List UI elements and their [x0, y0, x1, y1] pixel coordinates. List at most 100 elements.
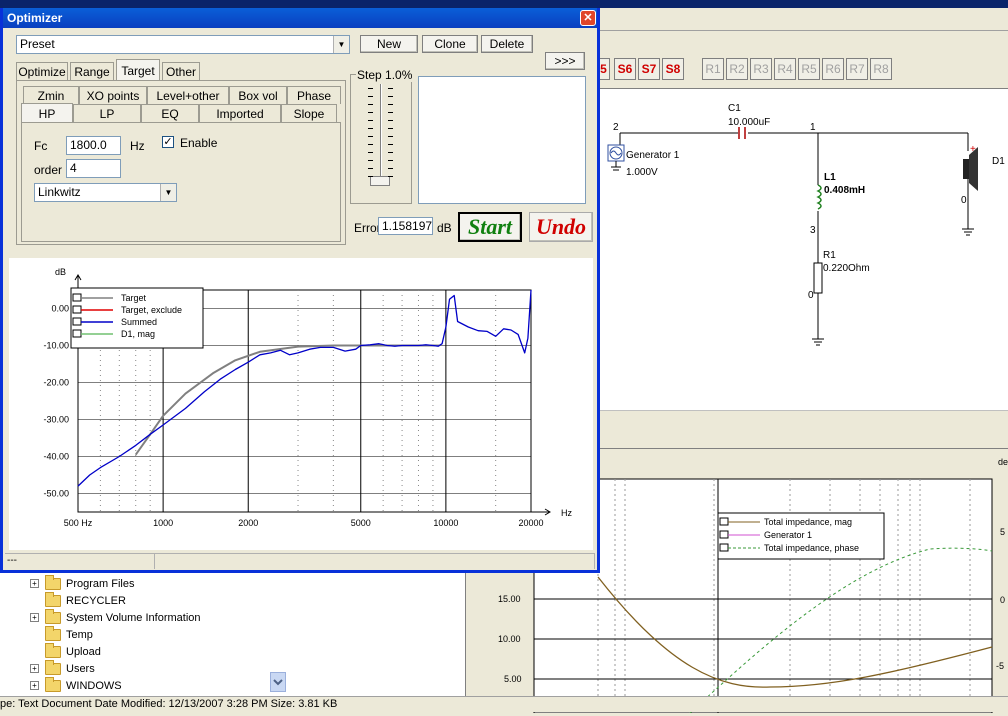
legend-checkbox [72, 293, 82, 302]
tree-item[interactable]: Upload [30, 642, 101, 660]
l1-label: L1 [824, 172, 836, 183]
node-3-label: 3 [810, 225, 816, 236]
start-button[interactable]: Start [458, 212, 522, 242]
capacitor-c1-symbol [738, 127, 746, 139]
x-tick-label: 500 Hz [64, 518, 93, 528]
r-button-r2[interactable]: R2 [726, 58, 748, 80]
expand-icon[interactable]: + [30, 681, 39, 690]
r-button-r8[interactable]: R8 [870, 58, 892, 80]
chevron-down-icon[interactable]: ▼ [333, 36, 349, 53]
tree-item-label: System Volume Information [66, 611, 201, 624]
tab-range[interactable]: Range [70, 62, 114, 80]
step-ticks-right [388, 88, 393, 184]
folder-icon [45, 676, 61, 692]
expand-icon[interactable]: + [30, 664, 39, 673]
message-box[interactable] [418, 76, 586, 204]
tree-item[interactable]: + System Volume Information [30, 608, 201, 626]
r-button-r1[interactable]: R1 [702, 58, 724, 80]
step-slider-thumb[interactable] [370, 176, 390, 186]
x-tick-label: 10000 [433, 518, 458, 528]
r-button-r5[interactable]: R5 [798, 58, 820, 80]
resistor-r1-symbol [813, 262, 823, 294]
tree-item[interactable]: + Program Files [30, 574, 134, 592]
folder-icon [45, 591, 61, 607]
tab-xo-points[interactable]: XO points [79, 86, 147, 104]
r-button-r6[interactable]: R6 [822, 58, 844, 80]
r-button-r4[interactable]: R4 [774, 58, 796, 80]
delete-button[interactable]: Delete [481, 35, 533, 53]
x-tick-label: 2000 [238, 518, 258, 528]
tree-scroll-down-button[interactable] [270, 672, 286, 692]
tab-hp[interactable]: HP [21, 103, 73, 124]
error-value: 1.158197 [378, 217, 433, 235]
more-button[interactable]: >>> [545, 52, 585, 70]
fc-label: Fc [34, 139, 48, 153]
optimizer-title-bar[interactable]: Optimizer ✕ [3, 8, 597, 28]
filter-type-combo[interactable]: Linkwitz ▼ [34, 183, 177, 202]
optimizer-status-bar: --- [5, 553, 595, 569]
tab-level-other[interactable]: Level+other [147, 86, 229, 104]
response-chart[interactable]: 500 Hz 1000 2000 5000 10000 20000 0.00 -10.00 -… [9, 258, 593, 550]
expand-icon[interactable]: + [30, 579, 39, 588]
y-tick-label: -20.00 [43, 378, 69, 388]
tree-item-label: WINDOWS [66, 679, 122, 692]
tab-optimize[interactable]: Optimize [16, 62, 68, 80]
order-input[interactable]: 4 [66, 159, 121, 178]
imp-ytick-5: 5.00 [504, 674, 522, 684]
step-slider-track[interactable] [380, 84, 382, 184]
tree-item[interactable]: RECYCLER [30, 591, 126, 609]
tab-target[interactable]: Target [116, 59, 160, 81]
tab-phase[interactable]: Phase [287, 86, 341, 104]
chevron-down-icon[interactable]: ▼ [160, 184, 176, 201]
tab-slope[interactable]: Slope [281, 104, 337, 122]
chart-ylabel: dB [55, 267, 66, 277]
preset-combo[interactable]: Preset ▼ [16, 35, 350, 54]
tab-box-vol[interactable]: Box vol [229, 86, 287, 104]
generator-label: Generator 1 [626, 150, 680, 161]
chart-xlabel: Hz [561, 508, 572, 518]
status-cell: --- [5, 554, 155, 569]
tree-item[interactable]: + Users [30, 659, 95, 677]
speaker-d1-symbol [962, 147, 978, 236]
r-button-r3[interactable]: R3 [750, 58, 772, 80]
tree-item-label: RECYCLER [66, 594, 126, 607]
tree-item-label: Users [66, 662, 95, 675]
order-label: order [34, 163, 63, 177]
legend-checkbox [72, 329, 82, 338]
new-button[interactable]: New [360, 35, 418, 53]
undo-button[interactable]: Undo [529, 212, 593, 242]
explorer-status-bar: pe: Text Document Date Modified: 12/13/2… [0, 696, 1008, 712]
legend-label: Target, exclude [121, 305, 182, 315]
imp-rtick-0: 0 [1000, 595, 1005, 605]
s-button-s8[interactable]: S8 [662, 58, 684, 80]
r-button-r7[interactable]: R7 [846, 58, 868, 80]
clone-button[interactable]: Clone [422, 35, 478, 53]
imp-legend-generator: Generator 1 [764, 530, 812, 540]
enable-checkbox[interactable]: ✓ [162, 136, 174, 148]
tab-other[interactable]: Other [162, 62, 200, 80]
tab-eq[interactable]: EQ [141, 104, 199, 122]
s-button-s7[interactable]: S7 [638, 58, 660, 80]
status-cell-empty [155, 554, 595, 569]
folder-icon [45, 574, 61, 590]
schematic-horizontal-scrollbar[interactable] [598, 410, 1008, 428]
y-tick-label: -30.00 [43, 415, 69, 425]
optimizer-title: Optimizer [7, 11, 63, 25]
tab-imported[interactable]: Imported [199, 104, 281, 122]
tree-item[interactable]: + WINDOWS [30, 676, 122, 694]
r1-value: 0.220Ohm [823, 263, 870, 274]
close-icon[interactable]: ✕ [580, 10, 596, 26]
fc-input[interactable]: 1800.0 [66, 136, 121, 155]
tree-item[interactable]: Temp [30, 625, 93, 643]
tab-lp[interactable]: LP [73, 104, 141, 122]
folder-icon [45, 625, 61, 641]
tab-zmin[interactable]: Zmin [23, 86, 79, 104]
expand-icon[interactable]: + [30, 613, 39, 622]
c1-label: C1 [728, 103, 741, 114]
imp-rtick-neg5: -5 [996, 661, 1004, 671]
s-button-s6[interactable]: S6 [614, 58, 636, 80]
y-tick-label: -10.00 [43, 341, 69, 351]
y-tick-label: 0.00 [51, 304, 69, 314]
imp-legend-mag: Total impedance, mag [764, 517, 852, 527]
schematic-canvas[interactable]: C1 10.000uF 2 1 Generator 1 1.000V L1 0.… [598, 88, 1008, 410]
